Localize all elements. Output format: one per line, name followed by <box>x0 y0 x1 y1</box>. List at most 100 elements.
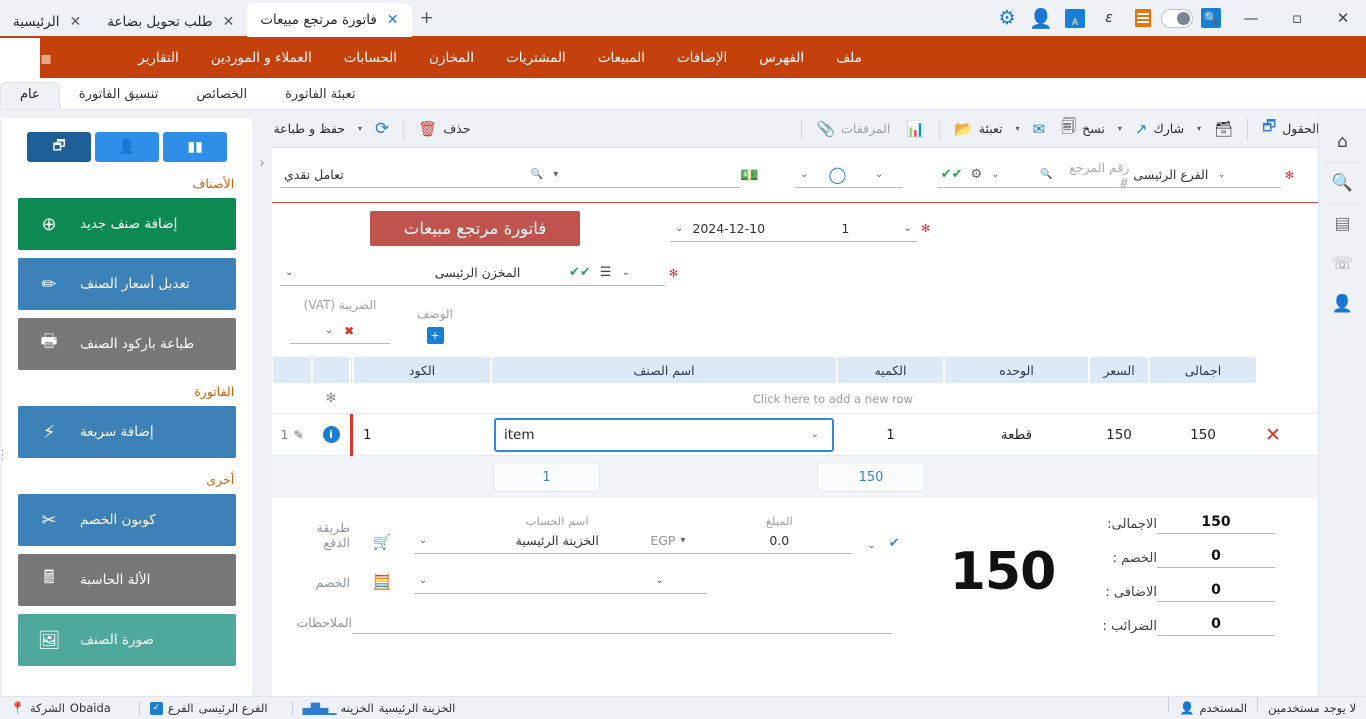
refresh-button[interactable]: ⟳ <box>367 114 397 144</box>
chevron-down-icon[interactable]: ▾ <box>1113 124 1127 133</box>
status-dropdown[interactable]: ⌄ <box>869 162 904 188</box>
close-icon[interactable]: ✕ <box>223 14 235 30</box>
grid-header-qty[interactable]: الكميه <box>837 356 944 384</box>
delete-button[interactable]: 🗑 حذف <box>410 114 478 144</box>
sidebar-button-item-image[interactable]: 🖼 صورة الصنف <box>18 614 237 666</box>
currency-dropdown[interactable]: ⌄ <box>795 162 829 188</box>
reference-number-field[interactable]: 🔍 رقم المرجع # <box>1035 160 1130 190</box>
status-company[interactable]: 📍 الشركة Obaida <box>0 697 139 719</box>
checkbox-checked-icon[interactable]: ✓ <box>149 701 163 715</box>
account-field[interactable]: الخزينة الرئيسية <box>470 528 645 554</box>
card-view-button[interactable]: 🗃 <box>1206 114 1241 144</box>
contact-icon[interactable]: 👤 <box>1319 284 1366 324</box>
home-icon[interactable]: ⌂ <box>1319 122 1366 162</box>
fill-button[interactable]: 📂 تعبئة <box>946 114 1010 144</box>
sidebar-button-edit-prices[interactable]: ✏ تعديل أسعار الصنف <box>18 258 237 310</box>
chart-button[interactable]: 📊 <box>898 114 933 144</box>
status-branch[interactable]: ✓ الفرع الفرع الرئيسى <box>140 697 292 719</box>
chevron-down-icon[interactable]: ⌄ <box>320 325 338 336</box>
chevron-down-icon[interactable]: ▾ <box>548 169 563 180</box>
share-button[interactable]: ↗ شارك <box>1127 114 1192 144</box>
menu-item-reports[interactable]: التقارير <box>122 38 195 78</box>
customer-search-field[interactable]: 🔍 ▾ <box>525 162 632 188</box>
ribbon-tab-general[interactable]: عام <box>0 82 60 109</box>
minimize-icon[interactable]: — <box>1228 0 1274 37</box>
status-circle-field[interactable]: ◯ <box>828 162 870 188</box>
total-value[interactable]: 0 <box>1157 548 1275 568</box>
warehouse-field[interactable]: المخزن الرئيسى <box>390 260 565 286</box>
cell-price[interactable]: 150 <box>1089 414 1149 455</box>
notes-field[interactable] <box>352 608 892 634</box>
grid-header-unit[interactable]: الوحده <box>944 356 1089 384</box>
search-icon[interactable]: 🔍 <box>1195 0 1227 37</box>
chevron-down-icon[interactable]: ⌄ <box>414 575 432 586</box>
warehouse-category-field[interactable]: ⌄ <box>280 260 390 286</box>
chevron-down-icon[interactable]: ⌄ <box>670 223 688 234</box>
sidebar-resize-grip[interactable]: ⋮ <box>2 448 9 463</box>
status-user[interactable]: 👤 المستخدم <box>1169 697 1257 719</box>
sidebar-button-calculator[interactable]: 🖩 الألة الحاسبة <box>18 554 237 606</box>
search-icon[interactable]: 🔍 <box>1319 163 1366 203</box>
add-box-icon[interactable]: + <box>426 327 444 344</box>
cell-total[interactable]: 150 <box>1149 414 1257 455</box>
money-icon-button[interactable]: 💵 <box>740 162 795 188</box>
chevron-down-icon[interactable]: ⌄ <box>650 575 668 586</box>
cell-code[interactable]: 1 <box>353 414 491 455</box>
grid-header-price[interactable]: السعر <box>1089 356 1149 384</box>
warehouse-actions[interactable]: ✔✔ ☰ ⌄ <box>565 260 665 286</box>
gear-icon[interactable]: ⚙ <box>966 167 986 182</box>
cell-item-name[interactable]: item ⌄ <box>491 414 837 455</box>
close-icon[interactable]: ✕ <box>387 12 399 28</box>
clear-x-icon[interactable]: ✖ <box>338 324 360 338</box>
discount-type-dropdown[interactable]: ⌄ <box>413 568 471 594</box>
grid-new-row[interactable]: ✻ Click here to add a new row <box>272 384 1318 414</box>
chevron-down-icon[interactable]: ▾ <box>353 124 367 133</box>
chevron-down-icon[interactable]: ⌄ <box>795 169 813 180</box>
amount-field[interactable]: 0.0 <box>706 528 852 554</box>
report-icon[interactable]: ▤ <box>1319 204 1366 244</box>
chevron-down-icon[interactable]: ⌄ <box>862 540 880 551</box>
menu-item-addons[interactable]: الإضافات <box>661 38 743 78</box>
grid-header-total[interactable]: اجمالى <box>1149 356 1257 384</box>
chevron-down-icon[interactable]: ▾ <box>1011 124 1025 133</box>
currency-field[interactable]: EGP ▾ <box>644 528 707 554</box>
copy-button[interactable]: 🗐 نسخ <box>1053 114 1113 144</box>
deal-type-field[interactable]: تعامل نقدي <box>280 162 526 188</box>
item-name-editor[interactable]: item ⌄ <box>494 417 834 452</box>
chevron-down-icon[interactable]: ⌄ <box>1212 169 1230 180</box>
grid-header-code[interactable]: الكود <box>353 356 491 384</box>
chevron-down-icon[interactable]: ▾ <box>675 535 690 546</box>
cell-qty[interactable]: 1 <box>837 414 944 455</box>
menu-item-warehouses[interactable]: المخازن <box>413 38 490 78</box>
ribbon-tab-invoice-fill[interactable]: تعبئة الفاتورة <box>266 83 374 109</box>
sidebar-button-quick-add[interactable]: ⚡ إضافة سريعة <box>18 406 237 458</box>
translate-icon[interactable]: A <box>1059 0 1091 37</box>
sidebar-tab-window[interactable]: 🗗 <box>27 132 92 162</box>
chevron-down-icon[interactable]: ⌄ <box>899 223 917 234</box>
sidebar-tab-person[interactable]: 👤 <box>95 132 160 162</box>
tab-home[interactable]: ✕ الرئيسية <box>0 6 94 37</box>
epsilon-icon[interactable]: ε <box>1093 0 1125 37</box>
payment-method-dropdown[interactable]: ⌄ <box>413 528 471 554</box>
status-treasury[interactable]: ▁▄▇▄ الخزينه الخزينة الرئيسية <box>293 697 480 719</box>
total-value[interactable]: 150 <box>1157 514 1275 534</box>
chevron-down-icon[interactable]: ⌄ <box>870 169 888 180</box>
vat-field[interactable]: ⌄ ✖ <box>290 318 390 344</box>
toggle-switch[interactable] <box>1161 0 1193 37</box>
chevron-down-icon[interactable]: ⌄ <box>414 535 432 546</box>
info-icon[interactable]: i <box>322 426 340 443</box>
branch-field[interactable]: الفرع الرئيسى ⌄ <box>1129 162 1281 188</box>
extra-field-2[interactable] <box>903 162 936 188</box>
close-icon[interactable]: ✕ <box>70 14 82 30</box>
chevron-down-icon[interactable]: ⌄ <box>280 267 298 278</box>
user-icon[interactable]: 👤 <box>1025 0 1057 37</box>
total-value[interactable]: 0 <box>1157 582 1275 602</box>
chevron-down-icon[interactable]: ⌄ <box>806 429 824 440</box>
calc-money-icon[interactable]: 🧮 <box>373 573 392 591</box>
sidebar-tab-chart[interactable]: ▮▮ <box>163 132 228 162</box>
tab-sales-return-invoice[interactable]: ✕ فاتورة مرتجع مبيعات <box>247 3 412 37</box>
serial-field[interactable]: 1 ⌄ <box>792 216 917 242</box>
ribbon-tab-invoice-format[interactable]: تنسيق الفاتورة <box>60 83 178 109</box>
mail-button[interactable]: ✉ <box>1025 114 1054 144</box>
list-icon[interactable]: ☰ <box>595 265 617 280</box>
